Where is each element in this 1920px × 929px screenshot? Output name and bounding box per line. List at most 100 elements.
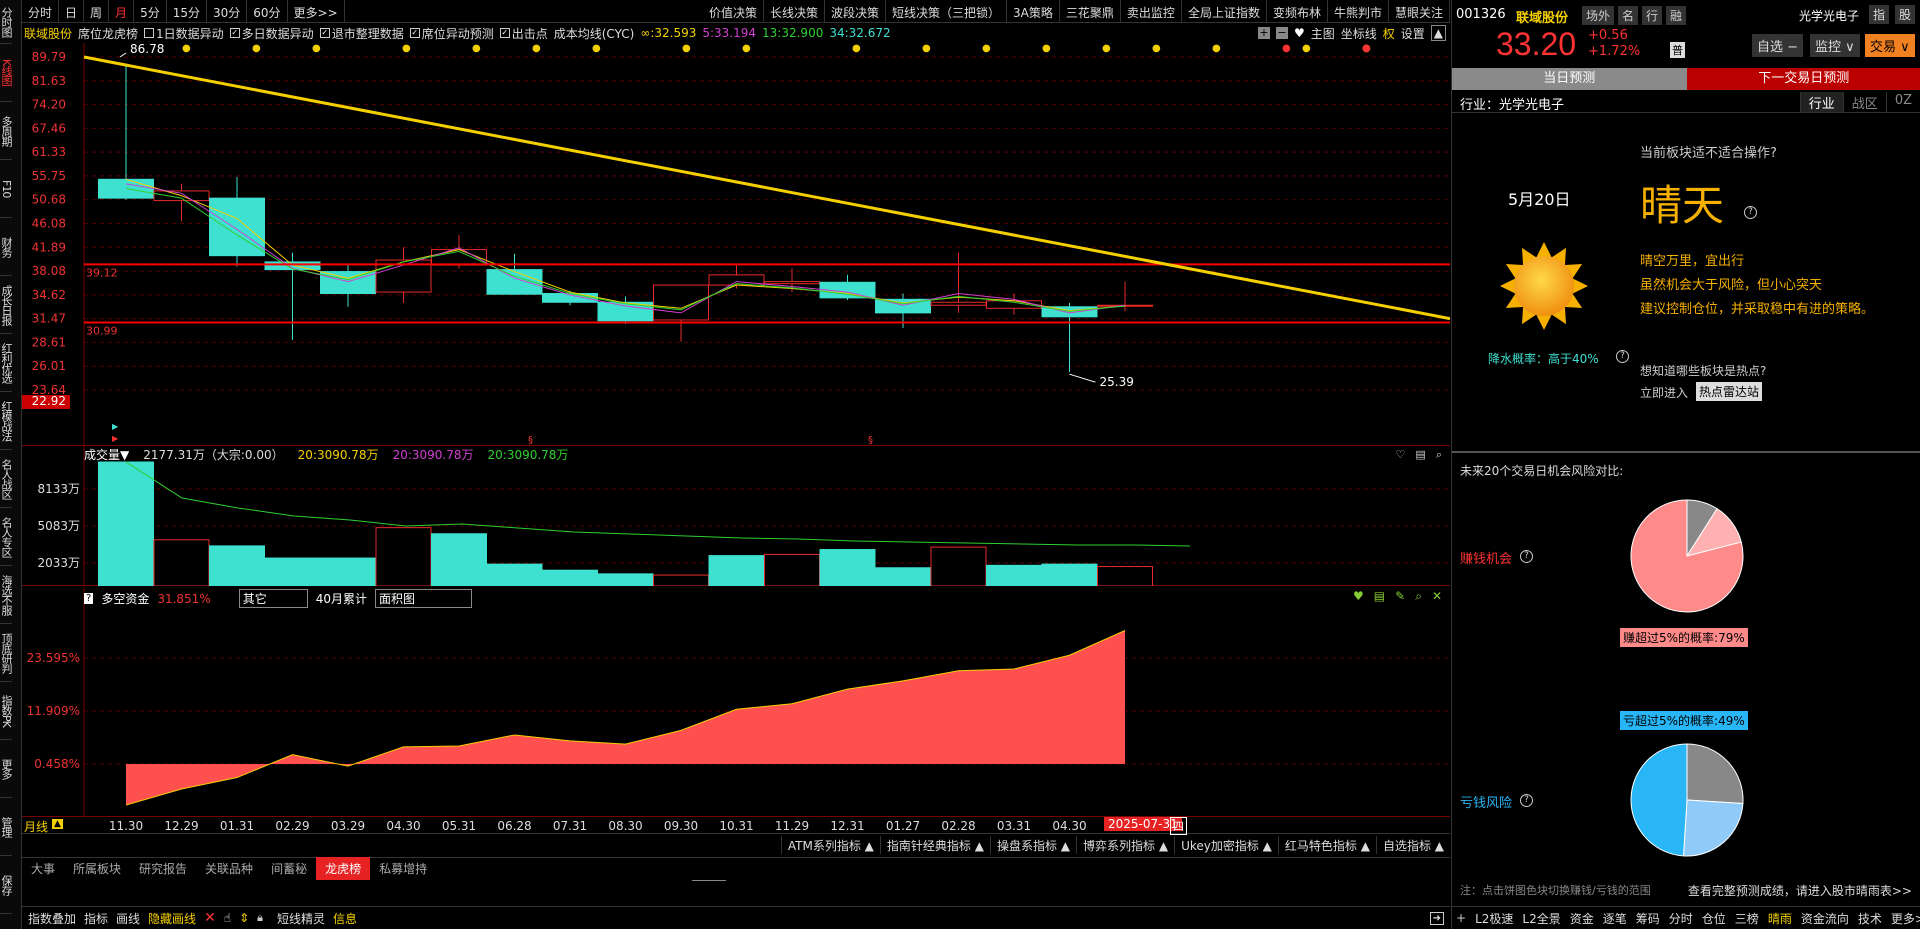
hot-radar-btn[interactable]: 热点雷达站 — [1696, 382, 1763, 401]
right-bottom-item-3[interactable]: 逐笔 — [1603, 910, 1627, 927]
left-nav-item-12[interactable]: 指数PK — [0, 682, 13, 740]
left-nav-item-13[interactable]: 更多 — [0, 740, 13, 798]
left-nav-item-7[interactable]: 红模战法 — [0, 392, 13, 450]
check-2[interactable]: ✓ 退市整理数据 — [319, 25, 404, 42]
volume-title[interactable]: 成交量▼ — [84, 446, 129, 463]
loss-help-icon[interactable]: ? — [1520, 794, 1533, 807]
fund-type-select[interactable]: 其它 — [238, 589, 308, 608]
weather-help-icon[interactable]: ? — [1744, 206, 1757, 219]
tab-1[interactable]: 所属板块 — [64, 857, 130, 880]
checkbox-icon[interactable]: ✓ — [409, 28, 420, 38]
strategy-btn-2[interactable]: 波段决策 — [825, 0, 887, 22]
pin-icon[interactable]: ✎ — [1395, 589, 1405, 604]
settings-btn[interactable]: 设置 — [1401, 25, 1425, 42]
close-icon[interactable]: ✕ — [1432, 589, 1442, 604]
heart-icon[interactable]: ♥ — [1294, 26, 1305, 40]
left-nav-item-1[interactable]: K线图 — [0, 44, 13, 102]
check-1[interactable]: ✓ 多日数据异动 — [229, 25, 314, 42]
hand-icon[interactable]: ☝ — [224, 911, 231, 925]
checkbox-icon[interactable]: ✓ — [229, 28, 240, 38]
earn-help-icon[interactable]: ? — [1520, 550, 1533, 563]
tab-0[interactable]: 大事 — [22, 857, 64, 880]
collapse-icon[interactable]: ▲ — [1430, 25, 1446, 41]
right-bottom-item-4[interactable]: 筹码 — [1636, 910, 1660, 927]
strategy-btn-8[interactable]: 变频布林 — [1267, 0, 1328, 22]
strategy-btn-4[interactable]: 3A策略 — [1007, 0, 1060, 22]
period-5[interactable]: 15分 — [167, 0, 207, 22]
right-bottom-item-10[interactable]: 技术 — [1858, 910, 1882, 927]
bottom-btn-3[interactable]: 隐藏画线 — [148, 910, 196, 927]
strategy-btn-6[interactable]: 卖出监控 — [1121, 0, 1182, 22]
check-0[interactable]: 1日数据异动 — [144, 25, 224, 42]
expand-icon[interactable]: + — [1456, 911, 1466, 925]
right-bottom-item-9[interactable]: 资金流向 — [1801, 910, 1849, 927]
stock-btn[interactable]: 股 — [1894, 5, 1915, 24]
rain-help-icon[interactable]: ? — [1616, 350, 1629, 363]
checkbox-icon[interactable]: ✓ — [319, 28, 330, 38]
left-nav-item-14[interactable]: 管理 — [0, 798, 13, 856]
volume-chart[interactable]: 8133万 5083万 2033万 成交量▼ 2177.31万（大宗:0.00） 2… — [22, 446, 1450, 586]
indicator-btn-0[interactable]: ATM系列指标 ▲ — [780, 836, 880, 854]
industry-tab-0[interactable]: 行业 — [1799, 92, 1843, 113]
earn-pie-chart[interactable] — [1627, 496, 1747, 616]
right-bottom-item-0[interactable]: L2极速 — [1475, 910, 1513, 927]
indicator-btn-5[interactable]: 红马特色指标 ▲ — [1277, 836, 1376, 854]
loss-pie-chart[interactable] — [1627, 740, 1747, 860]
strategy-btn-0[interactable]: 价值决策 — [703, 0, 764, 22]
window-icon[interactable]: ▤ — [1415, 448, 1425, 462]
bottom-btn-1[interactable]: 指标 — [84, 910, 108, 927]
search-icon[interactable]: ⌕ — [1436, 448, 1442, 462]
fund-chart[interactable]: 23.595% 11.909% 0.458% ? 多空资金 31.851% 其它 4… — [22, 587, 1450, 817]
index-btn[interactable]: 指 — [1868, 5, 1889, 24]
indicator-btn-4[interactable]: Ukey加密指标 ▲ — [1174, 836, 1278, 854]
left-nav-item-2[interactable]: 多周期 — [0, 102, 13, 160]
tab-2[interactable]: 研究报告 — [130, 857, 196, 880]
next-arrow-icon[interactable]: ➜ — [1429, 911, 1444, 925]
tab-today-forecast[interactable]: 当日预测 — [1452, 68, 1687, 90]
monitor-btn[interactable]: 监控 ∨ — [1810, 34, 1860, 57]
move-icon[interactable]: ⇕ — [239, 911, 249, 925]
period-4[interactable]: 5分 — [134, 0, 167, 22]
dragon-tiger-label[interactable]: 席位龙虎榜 — [78, 25, 138, 42]
period-3[interactable]: 月 — [109, 0, 135, 22]
zoom-icon[interactable]: ⌕ — [1415, 589, 1422, 604]
left-nav-item-8[interactable]: 名人战区 — [0, 450, 13, 508]
bottom-btn-2[interactable]: 画线 — [116, 910, 140, 927]
period-8[interactable]: 更多>> — [288, 0, 345, 22]
period-0[interactable]: 分时 — [22, 0, 60, 22]
main-chart-btn[interactable]: 主图 — [1311, 25, 1335, 42]
heart-icon[interactable]: ♥ — [1353, 589, 1364, 604]
help-icon[interactable]: ? — [84, 593, 94, 604]
right-bottom-item-1[interactable]: L2全景 — [1522, 910, 1560, 927]
industry-tab-2[interactable]: 0Z — [1885, 92, 1920, 113]
right-bottom-item-7[interactable]: 三榜 — [1735, 910, 1759, 927]
right-bottom-item-6[interactable]: 仓位 — [1702, 910, 1726, 927]
left-nav-item-3[interactable]: F10 — [0, 160, 13, 218]
tab-4[interactable]: 间蓄秘 — [262, 857, 316, 880]
coord-line-btn[interactable]: 坐标线 — [1341, 25, 1377, 42]
watchlist-btn[interactable]: 自选 − — [1752, 34, 1804, 57]
trade-btn[interactable]: 交易 ∨ — [1865, 34, 1915, 57]
fund-chart-select[interactable]: 面积图 — [375, 589, 473, 608]
checkbox-icon[interactable] — [144, 28, 155, 38]
industry-tab-1[interactable]: 战区 — [1842, 92, 1886, 113]
stock-tag-0[interactable]: 场外 — [1582, 6, 1615, 25]
zoom-out-icon[interactable]: − — [1275, 27, 1288, 39]
favorite-icon[interactable]: ♡ — [1396, 448, 1406, 462]
tab-5[interactable]: 龙虎榜 — [316, 857, 371, 880]
period-2[interactable]: 周 — [84, 0, 110, 22]
bottom-btn-0[interactable]: 指数叠加 — [28, 910, 76, 927]
left-nav-item-4[interactable]: 财务 — [0, 218, 13, 276]
left-nav-item-11[interactable]: 顶底研判 — [0, 624, 13, 682]
lock-icon[interactable]: 🔒︎ — [257, 911, 263, 925]
checkbox-icon[interactable]: ✓ — [499, 28, 510, 38]
left-nav-item-10[interactable]: 海选不服 — [0, 566, 13, 624]
indicator-btn-3[interactable]: 博弈系列指标 ▲ — [1076, 836, 1174, 854]
left-nav-item-9[interactable]: 名人专区 — [0, 508, 13, 566]
tab-3[interactable]: 关联品种 — [196, 857, 262, 880]
stock-tag-2[interactable]: 行 — [1642, 6, 1663, 25]
stock-tag-1[interactable]: 名 — [1618, 6, 1639, 25]
period-6[interactable]: 30分 — [207, 0, 248, 22]
check-4[interactable]: ✓ 出击点 — [499, 25, 548, 42]
left-nav-item-6[interactable]: 红利优选 — [0, 334, 13, 392]
